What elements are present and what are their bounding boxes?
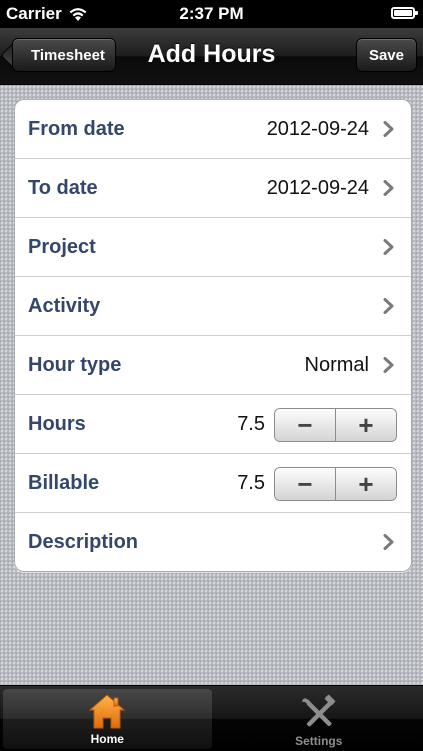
navigation-bar: Timesheet Add Hours Save: [0, 28, 423, 85]
billable-label: Billable: [28, 472, 99, 495]
status-time: 2:37 PM: [0, 4, 423, 24]
to-date-row[interactable]: To date 2012-09-24: [15, 159, 411, 218]
to-date-value: 2012-09-24: [267, 177, 369, 200]
chevron-right-icon: [381, 298, 397, 314]
billable-stepper: − +: [274, 467, 397, 501]
hours-increment-button[interactable]: +: [335, 409, 396, 441]
activity-label: Activity: [28, 295, 100, 318]
chevron-right-icon: [381, 239, 397, 255]
billable-increment-button[interactable]: +: [335, 468, 396, 500]
billable-row: Billable 7.5 − +: [15, 454, 411, 513]
battery-icon: [391, 7, 415, 19]
tab-bar: Home Settings: [0, 685, 423, 751]
hours-row: Hours 7.5 − +: [15, 395, 411, 454]
chevron-right-icon: [381, 121, 397, 137]
description-row[interactable]: Description: [15, 513, 411, 571]
hour-type-row[interactable]: Hour type Normal: [15, 336, 411, 395]
chevron-right-icon: [381, 180, 397, 196]
activity-row[interactable]: Activity: [15, 277, 411, 336]
tools-icon: [299, 694, 339, 732]
house-icon: [87, 692, 127, 730]
form-content: From date 2012-09-24 To date 2012-09-24 …: [0, 85, 423, 685]
to-date-label: To date: [28, 177, 98, 200]
tab-home-label: Home: [91, 732, 124, 746]
tab-home[interactable]: Home: [3, 689, 212, 749]
from-date-value: 2012-09-24: [267, 118, 369, 141]
tab-settings[interactable]: Settings: [215, 686, 423, 751]
billable-value: 7.5: [237, 472, 265, 495]
chevron-right-icon: [381, 357, 397, 373]
tab-settings-label: Settings: [295, 734, 342, 748]
hours-decrement-button[interactable]: −: [275, 409, 335, 441]
save-button[interactable]: Save: [356, 38, 417, 72]
chevron-right-icon: [381, 534, 397, 550]
hours-value: 7.5: [237, 413, 265, 436]
project-row[interactable]: Project: [15, 218, 411, 277]
hours-stepper: − +: [274, 408, 397, 442]
from-date-row[interactable]: From date 2012-09-24: [15, 100, 411, 159]
hour-type-value: Normal: [305, 354, 369, 377]
from-date-label: From date: [28, 118, 125, 141]
project-label: Project: [28, 236, 96, 259]
hours-label: Hours: [28, 413, 86, 436]
billable-decrement-button[interactable]: −: [275, 468, 335, 500]
hour-type-label: Hour type: [28, 354, 121, 377]
status-bar: Carrier 2:37 PM: [0, 0, 423, 28]
description-label: Description: [28, 531, 138, 554]
save-button-label: Save: [369, 47, 404, 64]
form-group: From date 2012-09-24 To date 2012-09-24 …: [14, 99, 412, 572]
